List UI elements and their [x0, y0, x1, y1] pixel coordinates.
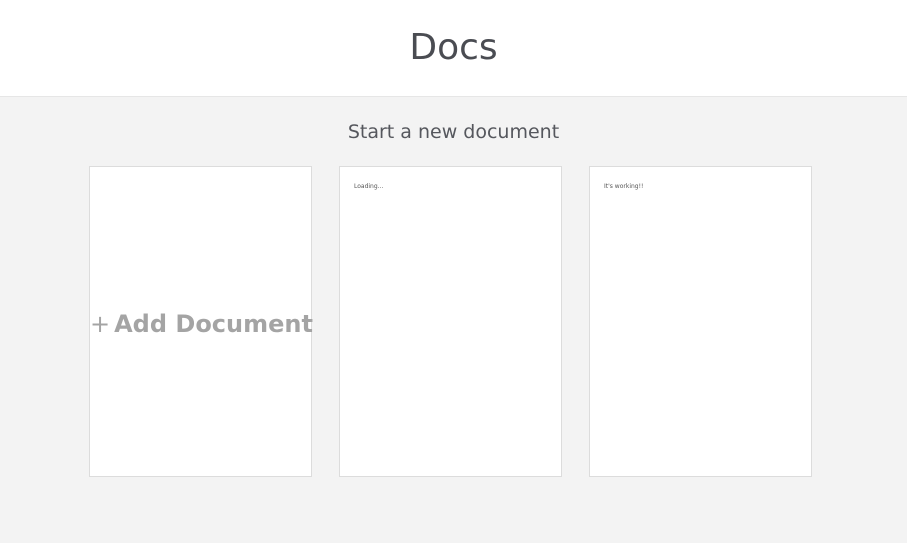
- document-card[interactable]: It's working!!: [589, 166, 812, 477]
- document-card[interactable]: Loading...: [339, 166, 562, 477]
- document-preview-text: Loading...: [354, 183, 384, 190]
- document-preview-text: It's working!!: [604, 183, 644, 190]
- plus-icon: +: [90, 310, 111, 338]
- add-document-button[interactable]: + Add Document: [90, 308, 313, 340]
- add-document-card[interactable]: + Add Document: [89, 166, 313, 477]
- section-title: Start a new document: [347, 121, 560, 143]
- add-document-label: Add Document: [114, 310, 313, 338]
- app-header: Docs: [0, 0, 907, 97]
- app-title: Docs: [409, 27, 498, 68]
